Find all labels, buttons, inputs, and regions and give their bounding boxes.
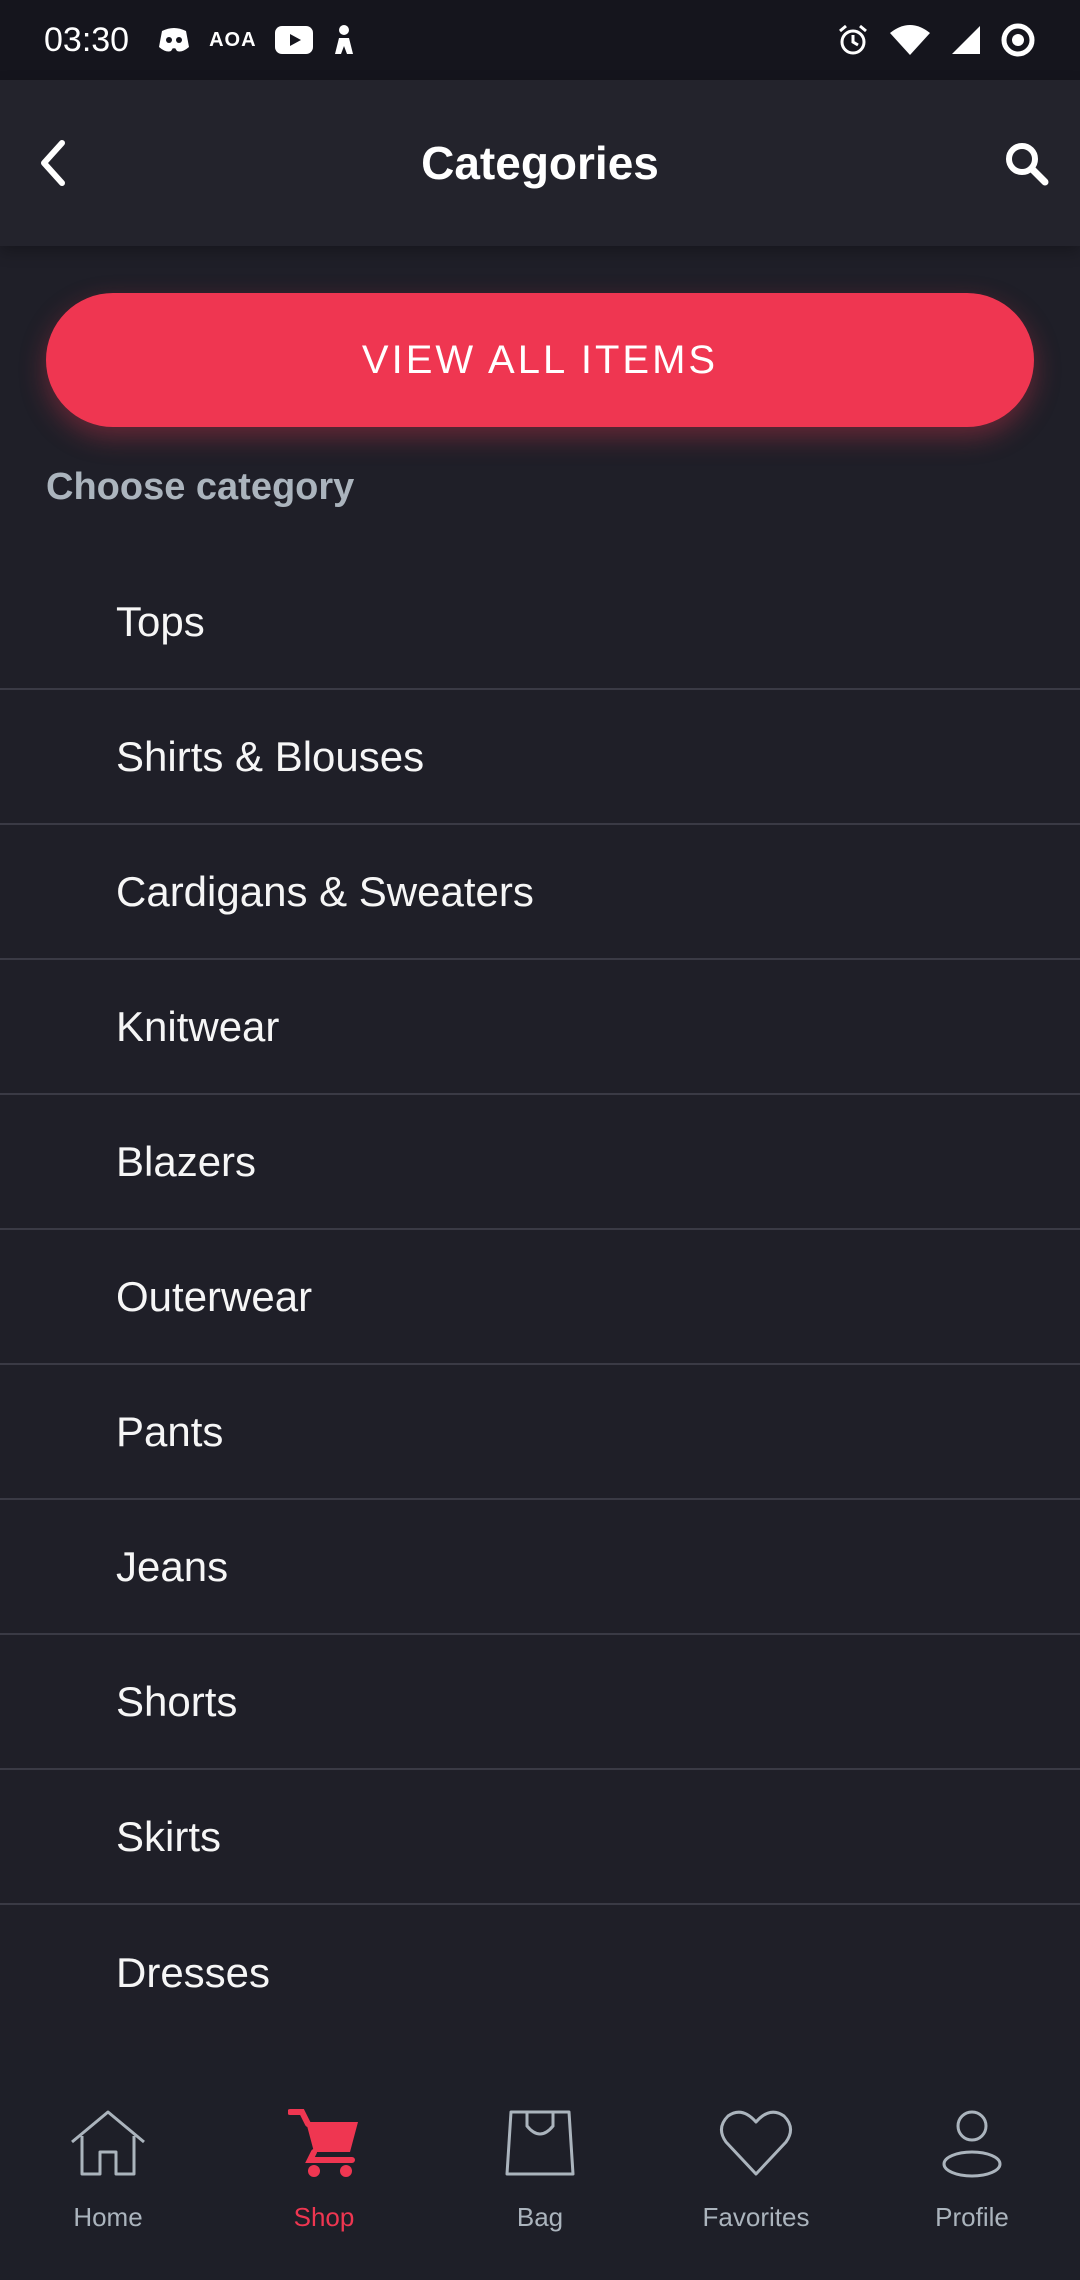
nav-home[interactable]: Home: [0, 2050, 216, 2280]
category-item-dresses[interactable]: Dresses: [0, 1905, 1080, 2040]
choose-category-label: Choose category: [46, 466, 355, 508]
notification-figure-icon: [331, 20, 357, 60]
sync-ring-icon: [1000, 20, 1036, 60]
chevron-left-icon: [41, 140, 65, 186]
category-item-jeans[interactable]: Jeans: [0, 1500, 1080, 1635]
nav-home-label: Home: [73, 2202, 143, 2232]
discord-icon: [157, 20, 191, 60]
category-item-skirts[interactable]: Skirts: [0, 1770, 1080, 1905]
app-header: Categories: [0, 80, 1080, 246]
alarm-icon: [836, 20, 870, 60]
category-item-tops[interactable]: Tops: [0, 555, 1080, 690]
nav-bag[interactable]: Bag: [432, 2050, 648, 2280]
category-item-knitwear[interactable]: Knitwear: [0, 960, 1080, 1095]
home-icon: [66, 2106, 150, 2180]
wifi-icon: [888, 20, 932, 60]
nav-profile[interactable]: Profile: [864, 2050, 1080, 2280]
profile-icon: [940, 2106, 1004, 2180]
bag-icon: [503, 2106, 577, 2180]
category-item-blazers[interactable]: Blazers: [0, 1095, 1080, 1230]
search-button[interactable]: [994, 131, 1058, 195]
nav-profile-label: Profile: [935, 2202, 1009, 2232]
page-title: Categories: [421, 137, 659, 189]
nav-bag-label: Bag: [516, 2202, 564, 2232]
nav-favorites-label: Favorites: [702, 2202, 810, 2232]
view-all-items-button[interactable]: VIEW ALL ITEMS: [46, 293, 1034, 427]
category-item-shirts-blouses[interactable]: Shirts & Blouses: [0, 690, 1080, 825]
status-left-icons: AOA: [157, 20, 356, 60]
category-item-cardigans-sweaters[interactable]: Cardigans & Sweaters: [0, 825, 1080, 960]
status-right-icons: [836, 20, 1036, 60]
bottom-nav: Home Shop Bag Favorites Profile: [0, 2050, 1080, 2280]
cart-icon: [288, 2106, 360, 2180]
nav-shop-label: Shop: [293, 2202, 355, 2232]
category-item-shorts[interactable]: Shorts: [0, 1635, 1080, 1770]
search-icon: [1006, 143, 1049, 186]
status-time: 03:30: [44, 20, 130, 59]
back-button[interactable]: [22, 131, 86, 195]
nav-favorites[interactable]: Favorites: [648, 2050, 864, 2280]
signal-icon: [950, 20, 982, 60]
nav-shop[interactable]: Shop: [216, 2050, 432, 2280]
status-bar: 03:30 AOA: [0, 0, 1080, 80]
aoa-label: AOA: [209, 28, 257, 51]
youtube-icon: [274, 20, 313, 60]
category-item-outerwear[interactable]: Outerwear: [0, 1230, 1080, 1365]
heart-icon: [718, 2106, 794, 2180]
category-item-pants[interactable]: Pants: [0, 1365, 1080, 1500]
category-list: Tops Shirts & Blouses Cardigans & Sweate…: [0, 555, 1080, 2040]
